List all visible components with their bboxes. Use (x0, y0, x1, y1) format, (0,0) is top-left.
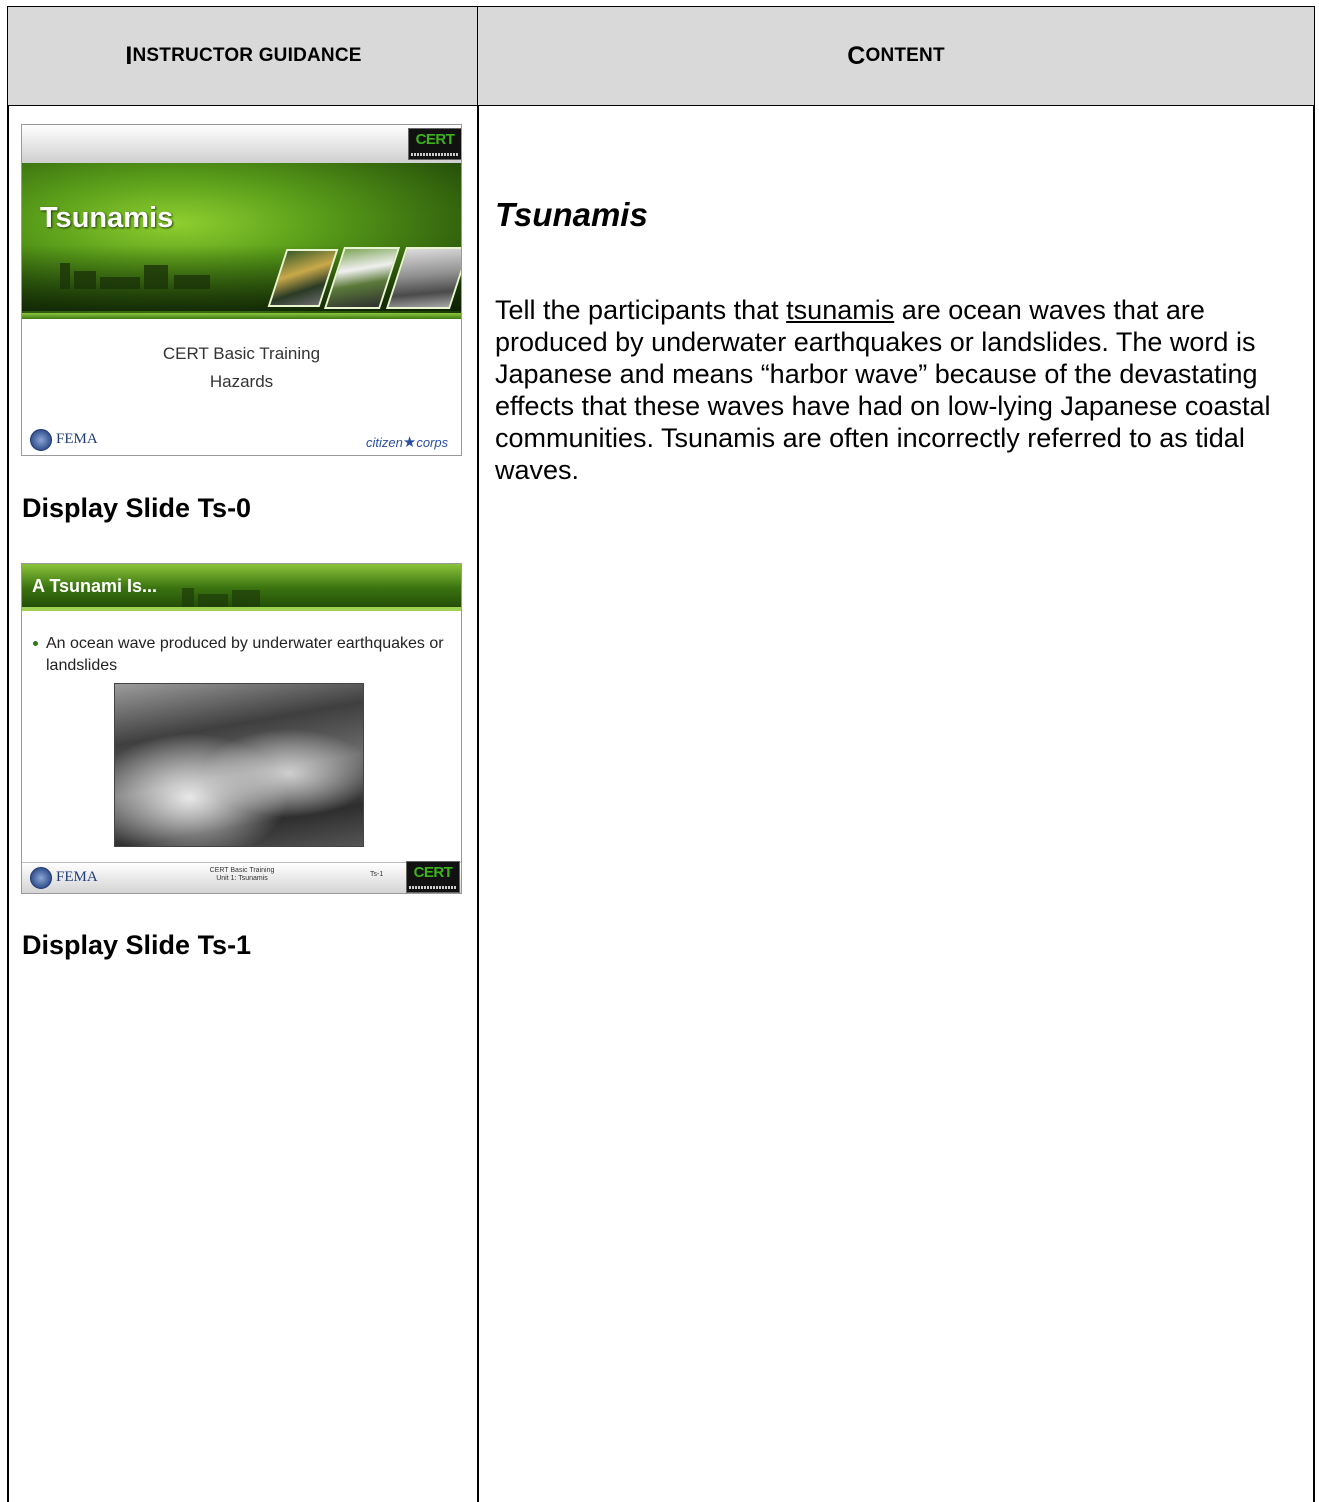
citizen-corps-logo: citizen★corps (366, 433, 448, 451)
slide-title: Tsunamis (40, 202, 174, 234)
skyline-shape (144, 265, 168, 289)
corps-text: corps (416, 435, 449, 450)
slide-caption-ts-1: Display Slide Ts-1 (22, 930, 252, 960)
header-left-rest: NSTRUCTOR GUIDANCE (132, 45, 362, 66)
star-icon: ★ (402, 434, 417, 451)
skyline-shape (174, 275, 210, 289)
cert-logo-text: CERT (415, 131, 455, 148)
cert-logo: CERT (406, 861, 460, 893)
tsunami-photo (114, 683, 364, 847)
header-right-rest: ONTENT (865, 45, 945, 66)
skyline-shape (232, 590, 260, 607)
citizen-text: citizen (366, 435, 403, 450)
slide-header-gradient (22, 125, 461, 163)
fema-logo: FEMA (56, 869, 98, 885)
header-left-cap: I (125, 41, 133, 70)
footer-line-1: CERT Basic Training (209, 867, 275, 874)
footer-line-2: Unit 1: Tsunamis (216, 875, 268, 882)
skyline-shape (74, 271, 96, 289)
slide-footer-text: CERT Basic Training Unit 1: Tsunamis (187, 867, 297, 883)
slide-bullet: An ocean wave produced by underwater ear… (33, 633, 446, 677)
skyline-shape (182, 588, 194, 607)
right-border (1313, 106, 1315, 1502)
slide-title-rule (22, 607, 461, 611)
slide-thumbnail-ts-0: Tsunamis CERT Basic Training Hazards CER… (21, 124, 462, 456)
slide-thumbnail-ts-1: A Tsunami Is... An ocean wave produced b… (21, 563, 462, 894)
cert-logo-text: CERT (413, 864, 453, 881)
content-header: C ONTENT (477, 6, 1315, 106)
slide-subtitle-2: Hazards (209, 372, 274, 391)
content-title: Tsunamis (495, 196, 648, 233)
slide-subtitle-1: CERT Basic Training (162, 344, 321, 363)
cert-logo: CERT (408, 128, 461, 160)
slide-number: Ts-1 (370, 871, 384, 878)
key-term: tsunamis (786, 295, 895, 325)
slide-caption-ts-0: Display Slide Ts-0 (22, 493, 252, 523)
paragraph-lead: Tell the participants that (495, 295, 787, 325)
slide-title: A Tsunami Is... (32, 576, 158, 596)
bullet-dot-icon (33, 641, 38, 646)
skyline-shape (100, 277, 140, 289)
skyline-shape (198, 594, 228, 607)
content-paragraph: Tell the participants that tsunamis are … (495, 294, 1305, 486)
slide-footer: FEMA CERT Basic Training Unit 1: Tsunami… (22, 861, 461, 893)
dhs-seal-icon (30, 867, 52, 889)
header-right-cap: C (847, 41, 866, 70)
fema-logo: FEMA (56, 431, 98, 447)
column-divider (477, 106, 479, 1502)
dhs-seal-icon (30, 429, 52, 451)
instructor-guidance-header: I NSTRUCTOR GUIDANCE (7, 6, 479, 106)
left-border (7, 106, 9, 1502)
slide-green-rule (22, 313, 461, 319)
skyline-shape (60, 263, 70, 289)
slide-bullet-text: An ocean wave produced by underwater ear… (46, 635, 444, 674)
